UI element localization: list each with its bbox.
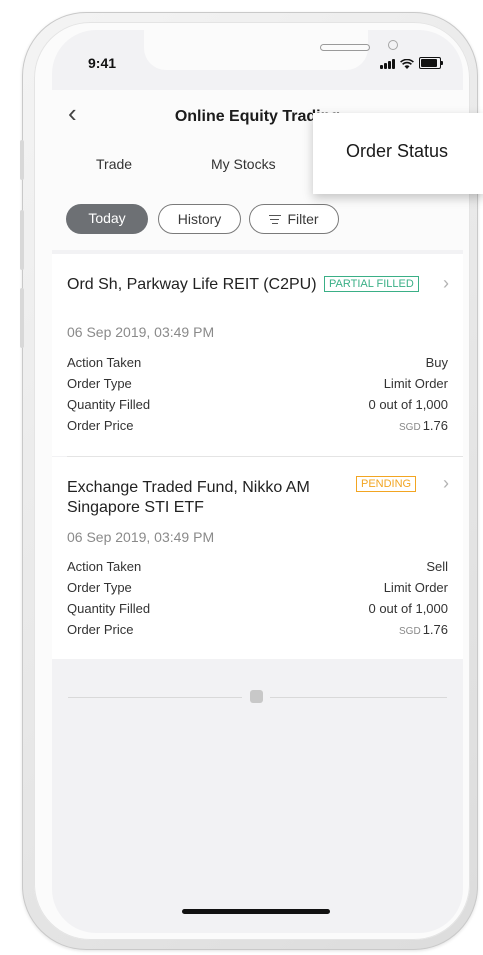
filter-chip-label: Filter	[287, 211, 319, 227]
status-icons	[380, 57, 443, 69]
tab-my-stocks[interactable]: My Stocks	[211, 156, 276, 172]
order-row-price: Order Price SGD 1.76	[67, 418, 448, 433]
order-date: 06 Sep 2019, 03:49 PM	[67, 529, 215, 545]
filter-chip[interactable]: Filter	[249, 204, 339, 234]
order-card[interactable]: Exchange Traded Fund, Nikko AM Singapore…	[52, 457, 463, 659]
currency-label: SGD	[399, 626, 421, 637]
history-chip[interactable]: History	[158, 204, 241, 234]
filter-icon	[269, 215, 282, 224]
order-status-popup[interactable]: Order Status	[313, 113, 483, 194]
home-indicator[interactable]	[182, 909, 330, 914]
order-row-type: Order Type Limit Order	[67, 376, 448, 391]
volume-down-button	[20, 288, 24, 348]
order-date: 06 Sep 2019, 03:49 PM	[67, 324, 215, 340]
price-value: 1.76	[422, 418, 448, 433]
tab-trade[interactable]: Trade	[96, 156, 132, 172]
speaker-grille	[320, 44, 370, 51]
price-value: 1.76	[422, 622, 448, 637]
filter-bar: Today History Filter	[52, 190, 463, 250]
volume-up-button	[20, 210, 24, 270]
order-title: Ord Sh, Parkway Life REIT (C2PU)	[67, 276, 317, 293]
order-title: Exchange Traded Fund, Nikko AM Singapore…	[67, 479, 310, 516]
notch	[144, 30, 398, 70]
status-badge: PENDING	[356, 476, 417, 492]
chevron-right-icon[interactable]: ›	[443, 473, 449, 494]
end-of-list-icon	[242, 684, 270, 710]
chevron-right-icon[interactable]: ›	[443, 273, 449, 294]
today-chip[interactable]: Today	[66, 204, 148, 234]
order-row-quantity: Quantity Filled 0 out of 1,000	[67, 397, 448, 412]
order-row-type: Order Type Limit Order	[67, 580, 448, 595]
mute-switch	[20, 140, 24, 180]
battery-icon	[419, 57, 443, 69]
signal-icon	[380, 59, 395, 69]
status-badge: PARTIAL FILLED	[324, 276, 419, 292]
order-row-action: Action Taken Buy	[67, 355, 448, 370]
order-row-action: Action Taken Sell	[67, 559, 448, 574]
wifi-icon	[400, 59, 414, 69]
order-status-label: Order Status	[346, 141, 449, 161]
currency-label: SGD	[399, 422, 421, 433]
status-time: 9:41	[88, 55, 117, 71]
front-camera	[388, 40, 398, 50]
order-row-quantity: Quantity Filled 0 out of 1,000	[67, 601, 448, 616]
order-card[interactable]: Ord Sh, Parkway Life REIT (C2PU) PARTIAL…	[52, 254, 463, 456]
order-row-price: Order Price SGD 1.76	[67, 622, 448, 637]
